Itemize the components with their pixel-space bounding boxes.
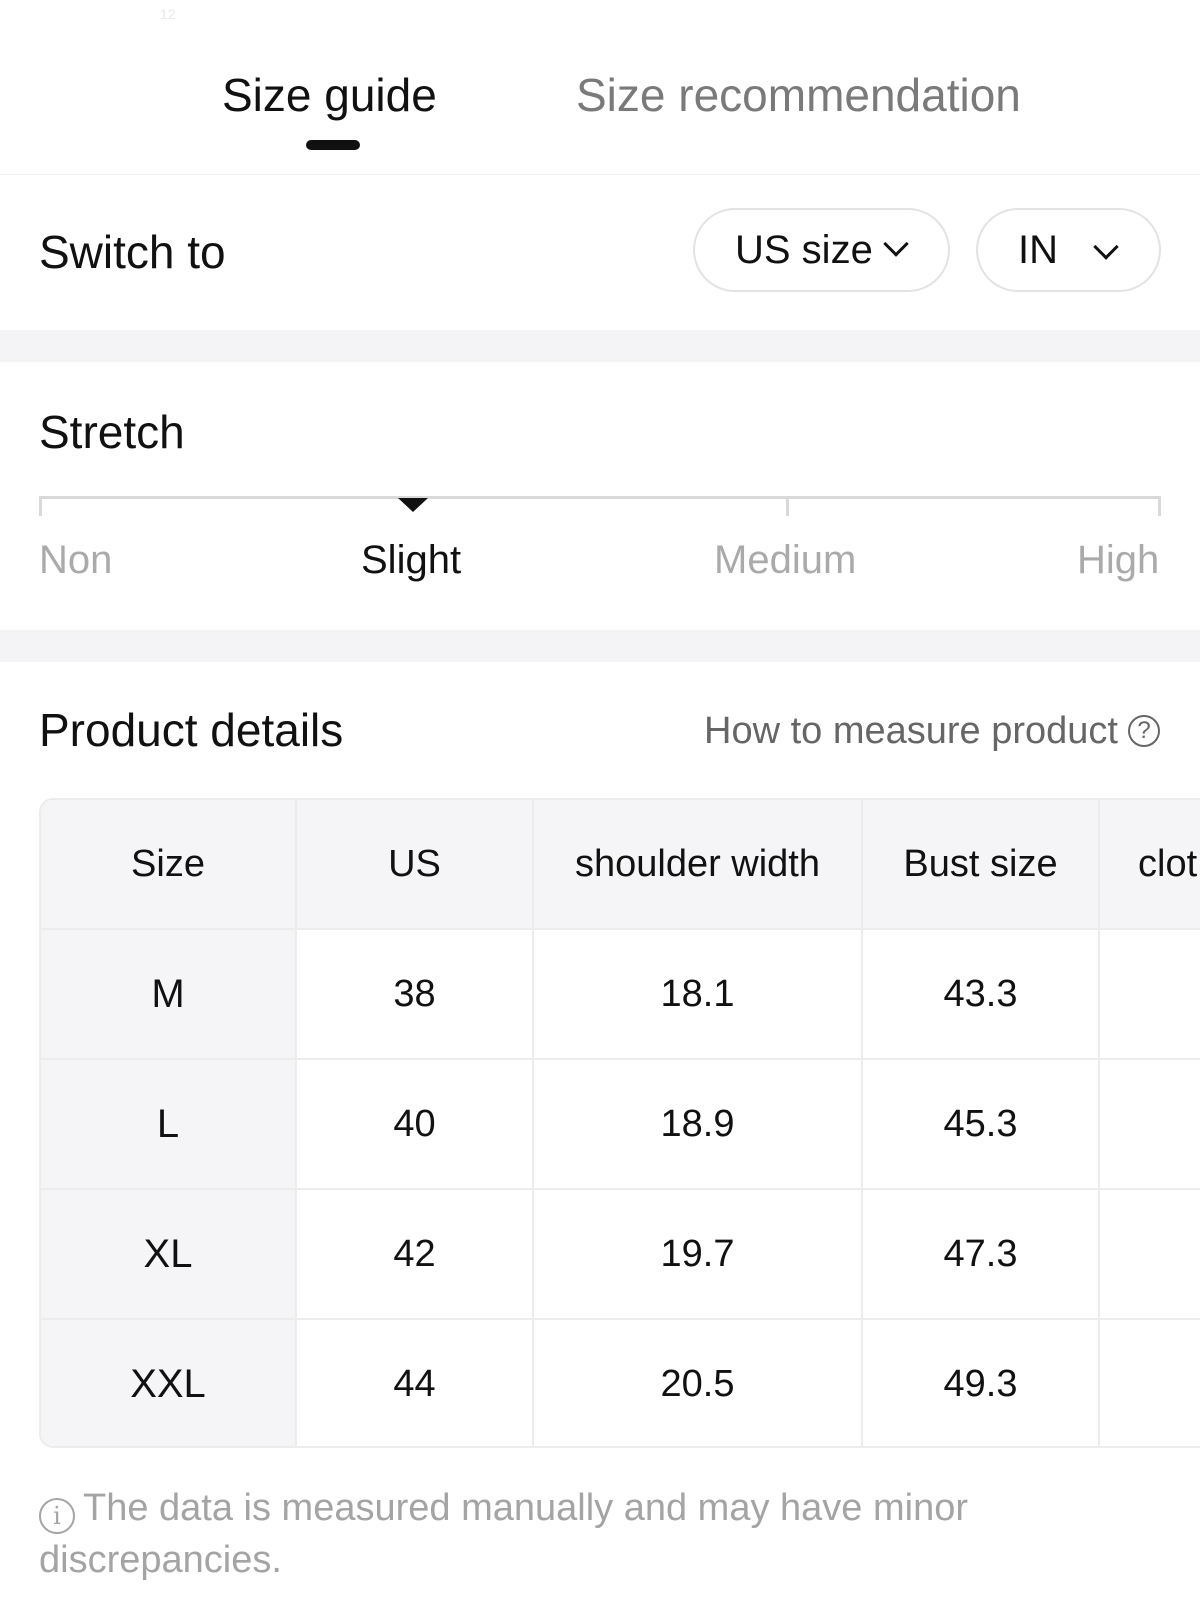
table-cell <box>1099 1189 1200 1320</box>
column-header: Bust size <box>862 800 1100 930</box>
size-table: Size US shoulder width Bust size clot M … <box>41 800 1200 1446</box>
table-cell: 42 <box>296 1189 534 1320</box>
stretch-scale <box>39 496 1161 499</box>
size-system-dropdown[interactable]: US size <box>693 208 950 292</box>
question-circle-icon: ? <box>1128 715 1160 747</box>
table-cell <box>1099 929 1200 1060</box>
table-row: XXL 44 20.5 49.3 <box>41 1319 1200 1446</box>
column-header: US <box>296 800 534 930</box>
section-divider <box>0 630 1200 662</box>
stretch-tick <box>1158 496 1161 516</box>
stretch-title: Stretch <box>39 406 185 458</box>
column-header: Size <box>41 800 297 930</box>
stretch-level-high: High <box>1077 538 1160 582</box>
chevron-down-icon <box>1093 234 1119 260</box>
product-details-title: Product details <box>39 704 344 756</box>
table-row: M 38 18.1 43.3 <box>41 929 1200 1060</box>
table-cell: XL <box>41 1189 297 1320</box>
section-divider <box>0 330 1200 362</box>
how-to-measure-label: How to measure product <box>704 710 1118 752</box>
table-cell <box>1099 1059 1200 1190</box>
info-icon: i <box>39 1498 75 1534</box>
table-cell: 20.5 <box>533 1319 863 1446</box>
how-to-measure-link[interactable]: How to measure product ? <box>704 708 1160 754</box>
table-cell: 18.9 <box>533 1059 863 1190</box>
measurement-note: i The data is measured manually and may h… <box>39 1482 1039 1586</box>
table-cell: 49.3 <box>862 1319 1100 1446</box>
table-cell: 47.3 <box>862 1189 1100 1320</box>
column-header: clot <box>1099 800 1200 930</box>
table-cell: L <box>41 1059 297 1190</box>
table-row: XL 42 19.7 47.3 <box>41 1189 1200 1320</box>
stretch-level-medium: Medium <box>714 538 857 582</box>
measurement-note-text: The data is measured manually and may ha… <box>39 1487 969 1581</box>
table-cell: XXL <box>41 1319 297 1446</box>
switch-to-label: Switch to <box>39 226 226 278</box>
chevron-down-icon <box>883 231 909 257</box>
stretch-tick <box>39 496 42 516</box>
table-header-row: Size US shoulder width Bust size clot <box>41 800 1200 930</box>
stretch-tick <box>786 496 789 516</box>
unit-dropdown[interactable]: IN <box>976 208 1161 292</box>
stretch-level-non: Non <box>39 538 113 582</box>
column-header: shoulder width <box>533 800 863 930</box>
table-cell: 43.3 <box>862 929 1100 1060</box>
table-cell: 18.1 <box>533 929 863 1060</box>
size-table-container[interactable]: Size US shoulder width Bust size clot M … <box>39 798 1200 1448</box>
table-cell: 19.7 <box>533 1189 863 1320</box>
table-cell: 40 <box>296 1059 534 1190</box>
table-row: L 40 18.9 45.3 <box>41 1059 1200 1190</box>
stretch-level-slight: Slight <box>361 538 462 582</box>
table-cell: M <box>41 929 297 1060</box>
stretch-pointer-icon <box>398 498 428 512</box>
tab-bar: Size guide Size recommendation <box>0 0 1200 175</box>
tab-size-guide[interactable]: Size guide <box>222 66 437 124</box>
table-cell: 45.3 <box>862 1059 1100 1190</box>
active-tab-indicator <box>306 140 360 150</box>
unit-value: IN <box>1018 228 1058 272</box>
table-cell <box>1099 1319 1200 1446</box>
tab-size-recommendation[interactable]: Size recommendation <box>576 66 1021 124</box>
table-cell: 38 <box>296 929 534 1060</box>
table-cell: 44 <box>296 1319 534 1446</box>
size-system-value: US size <box>735 228 873 272</box>
